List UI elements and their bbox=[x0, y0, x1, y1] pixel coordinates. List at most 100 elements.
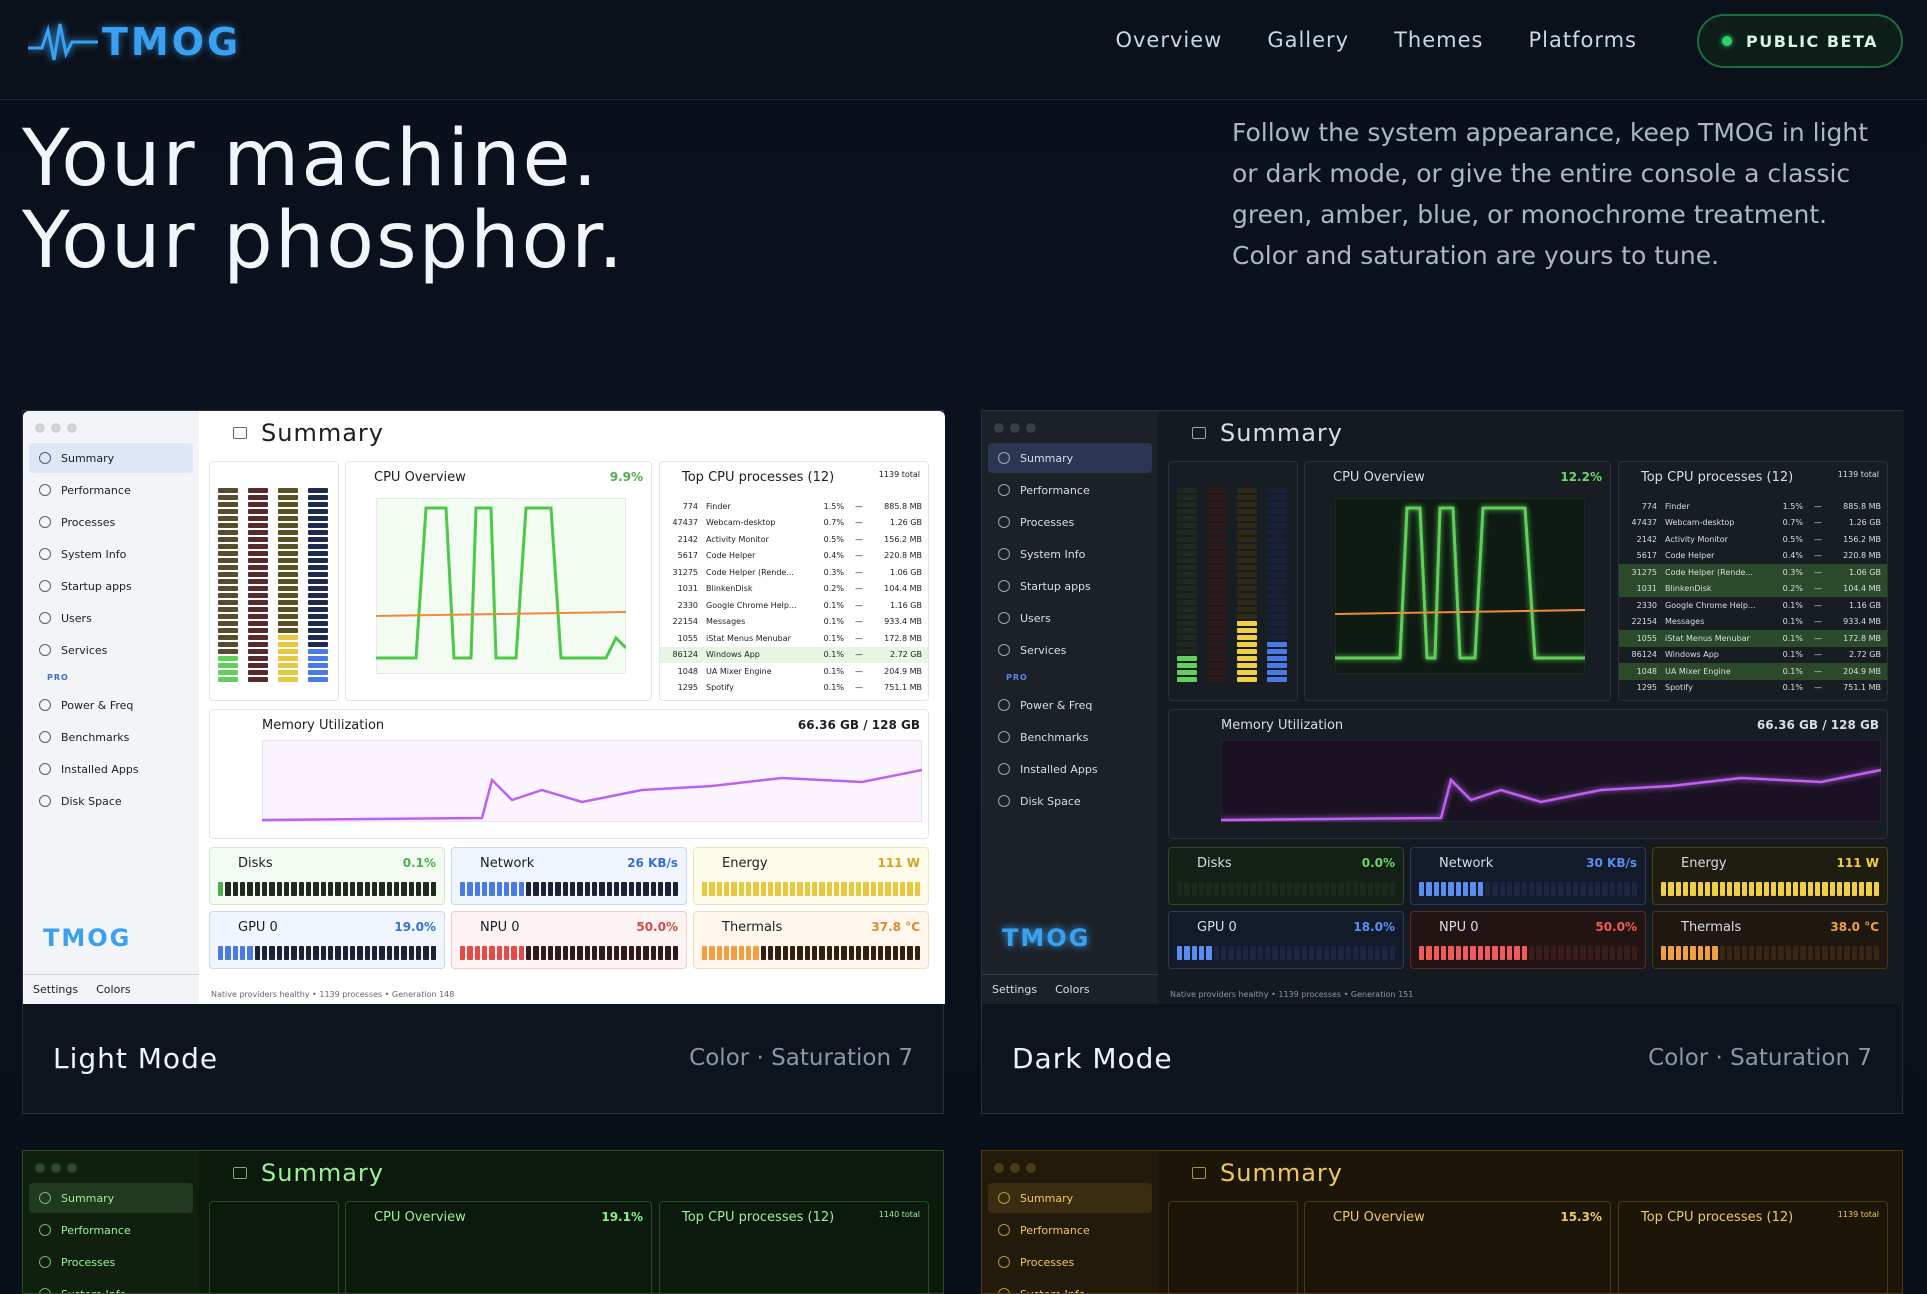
sidebar-toggle-icon[interactable] bbox=[1192, 1167, 1206, 1179]
sidebar-item-performance[interactable]: Performance bbox=[988, 1215, 1152, 1245]
process-row[interactable]: 2142 Activity Monitor 0.5% —156.2 MB bbox=[660, 531, 928, 548]
sidebar-toggle-icon[interactable] bbox=[233, 427, 247, 439]
sidebar-item-services[interactable]: Services bbox=[988, 635, 1152, 665]
sidebar-item-installed-apps[interactable]: Installed Apps bbox=[29, 754, 193, 784]
sidebar-item-system-info[interactable]: System Info bbox=[29, 1279, 193, 1293]
cpu-overview-title: CPU Overview bbox=[1333, 1210, 1425, 1225]
process-row[interactable]: 1055 iStat Menus Menubar 0.1% —172.8 MB bbox=[1619, 630, 1887, 647]
sidebar-item-processes[interactable]: Processes bbox=[988, 1247, 1152, 1277]
process-row[interactable]: 5617 Code Helper 0.4% —220.8 MB bbox=[660, 548, 928, 565]
settings-button[interactable]: Settings bbox=[992, 983, 1037, 996]
sidebar-item-summary[interactable]: Summary bbox=[29, 443, 193, 473]
sidebar-item-benchmarks[interactable]: Benchmarks bbox=[29, 722, 193, 752]
process-row[interactable]: 47437 Webcam-desktop 0.7% —1.26 GB bbox=[1619, 515, 1887, 532]
top-cpu-title: Top CPU processes (12) bbox=[682, 470, 835, 485]
process-row[interactable]: 1295 Spotify 0.1% —751.1 MB bbox=[660, 680, 928, 697]
process-row[interactable]: 774 Finder 1.5% —885.8 MB bbox=[1619, 498, 1887, 515]
process-row[interactable]: 774 Finder 1.5% —885.8 MB bbox=[660, 498, 928, 515]
settings-button[interactable]: Settings bbox=[33, 983, 78, 996]
sidebar-item-summary[interactable]: Summary bbox=[988, 1183, 1152, 1213]
sidebar-item-processes[interactable]: Processes bbox=[29, 1247, 193, 1277]
sidebar-item-system-info[interactable]: System Info bbox=[988, 1279, 1152, 1293]
sidebar-item-processes[interactable]: Processes bbox=[29, 507, 193, 537]
process-row[interactable]: 1055 iStat Menus Menubar 0.1% —172.8 MB bbox=[660, 630, 928, 647]
users-icon bbox=[39, 612, 51, 624]
process-row[interactable]: 1048 UA Mixer Engine 0.1% —204.9 MB bbox=[660, 663, 928, 680]
sidebar-toggle-icon[interactable] bbox=[1192, 427, 1206, 439]
meters-panel bbox=[209, 1201, 339, 1293]
page-title: Summary bbox=[233, 1159, 935, 1187]
theme-card-light[interactable]: Summary Performance Processes System Inf… bbox=[22, 410, 945, 1114]
process-row[interactable]: 86124 Windows App 0.1% —2.72 GB bbox=[1619, 647, 1887, 664]
process-row[interactable]: 31275 Code Helper (Rende... 0.3% —1.06 GB bbox=[660, 564, 928, 581]
status-bar: Native providers healthy • 1139 processe… bbox=[211, 989, 455, 999]
apps-icon bbox=[39, 763, 51, 775]
process-row[interactable]: 1031 BlinkenDisk 0.2% —104.4 MB bbox=[660, 581, 928, 598]
sidebar-item-users[interactable]: Users bbox=[29, 603, 193, 633]
level-bar bbox=[460, 882, 678, 896]
theme-card-dark[interactable]: Summary Performance Processes System Inf… bbox=[981, 410, 1904, 1114]
logo[interactable]: TMOG bbox=[28, 14, 241, 70]
performance-icon bbox=[39, 1224, 51, 1236]
processes-icon bbox=[39, 516, 51, 528]
level-bar bbox=[702, 882, 920, 896]
sidebar-item-power-freq[interactable]: Power & Freq bbox=[29, 690, 193, 720]
sidebar-item-startup-apps[interactable]: Startup apps bbox=[29, 571, 193, 601]
meter-column bbox=[248, 482, 268, 682]
sidebar-item-summary[interactable]: Summary bbox=[988, 443, 1152, 473]
sidebar-item-power-freq[interactable]: Power & Freq bbox=[988, 690, 1152, 720]
sidebar-item-users[interactable]: Users bbox=[988, 603, 1152, 633]
process-row[interactable]: 5617 Code Helper 0.4% —220.8 MB bbox=[1619, 548, 1887, 565]
sidebar-toggle-icon[interactable] bbox=[233, 1167, 247, 1179]
sidebar-item-system-info[interactable]: System Info bbox=[29, 539, 193, 569]
sidebar-item-processes[interactable]: Processes bbox=[988, 507, 1152, 537]
sidebar-item-benchmarks[interactable]: Benchmarks bbox=[988, 722, 1152, 752]
process-row[interactable]: 1048 UA Mixer Engine 0.1% —204.9 MB bbox=[1619, 663, 1887, 680]
process-row[interactable]: 47437 Webcam-desktop 0.7% —1.26 GB bbox=[660, 515, 928, 532]
nav-themes[interactable]: Themes bbox=[1394, 28, 1483, 52]
process-row[interactable]: 1295 Spotify 0.1% —751.1 MB bbox=[1619, 680, 1887, 697]
sidebar-item-disk-space[interactable]: Disk Space bbox=[29, 786, 193, 816]
process-row[interactable]: 31275 Code Helper (Rende... 0.3% —1.06 GB bbox=[1619, 564, 1887, 581]
sidebar-item-system-info[interactable]: System Info bbox=[988, 539, 1152, 569]
sidebar-item-summary[interactable]: Summary bbox=[29, 1183, 193, 1213]
sidebar-item-services[interactable]: Services bbox=[29, 635, 193, 665]
sidebar-item-performance[interactable]: Performance bbox=[29, 1215, 193, 1245]
top-nav: TMOG Overview Gallery Themes Platforms P… bbox=[0, 0, 1927, 100]
theme-card-amber[interactable]: Summary Performance Processes System Inf… bbox=[981, 1150, 1903, 1294]
memory-title: Memory Utilization bbox=[262, 718, 385, 733]
sidebar-item-performance[interactable]: Performance bbox=[29, 475, 193, 505]
process-row[interactable]: 2142 Activity Monitor 0.5% —156.2 MB bbox=[1619, 531, 1887, 548]
disks-title: Disks bbox=[1197, 856, 1232, 871]
meter-column bbox=[1177, 482, 1197, 682]
process-row[interactable]: 2330 Google Chrome Help... 0.1% —1.16 GB bbox=[660, 597, 928, 614]
sidebar-item-disk-space[interactable]: Disk Space bbox=[988, 786, 1152, 816]
process-row[interactable]: 2330 Google Chrome Help... 0.1% —1.16 GB bbox=[1619, 597, 1887, 614]
network-value: 30 KB/s bbox=[1586, 856, 1637, 870]
cpu-overview-value: 9.9% bbox=[609, 470, 643, 484]
meter-column bbox=[1267, 482, 1287, 682]
nav-overview[interactable]: Overview bbox=[1115, 28, 1222, 52]
mode-label: Light Mode bbox=[53, 1041, 219, 1075]
sidebar-item-startup-apps[interactable]: Startup apps bbox=[988, 571, 1152, 601]
public-beta-button[interactable]: PUBLIC BETA bbox=[1697, 14, 1903, 68]
npu-panel: NPU 0 50.0% bbox=[451, 911, 687, 969]
top-cpu-panel: Top CPU processes (12) 1139 total bbox=[1618, 1201, 1888, 1293]
process-row[interactable]: 22154 Messages 0.1% —933.4 MB bbox=[660, 614, 928, 631]
sidebar-item-installed-apps[interactable]: Installed Apps bbox=[988, 754, 1152, 784]
nav-platforms[interactable]: Platforms bbox=[1528, 28, 1637, 52]
colors-button[interactable]: Colors bbox=[1055, 983, 1089, 996]
sidebar-logo: TMOG bbox=[1002, 924, 1091, 952]
sidebar-item-performance[interactable]: Performance bbox=[988, 475, 1152, 505]
meters-panel bbox=[209, 461, 339, 701]
process-row[interactable]: 1031 BlinkenDisk 0.2% —104.4 MB bbox=[1619, 580, 1887, 597]
npu-title: NPU 0 bbox=[480, 920, 520, 935]
process-row[interactable]: 86124 Windows App 0.1% —2.72 GB bbox=[660, 646, 928, 663]
main-content: Summary CPU Overview 19.1% Top CPU proce… bbox=[199, 1151, 943, 1293]
colors-button[interactable]: Colors bbox=[96, 983, 130, 996]
process-row[interactable]: 22154 Messages 0.1% —933.4 MB bbox=[1619, 614, 1887, 631]
theme-card-green[interactable]: Summary Performance Processes System Inf… bbox=[22, 1150, 944, 1294]
cpu-overview-panel: CPU Overview 9.9% bbox=[345, 461, 652, 701]
nav-gallery[interactable]: Gallery bbox=[1267, 28, 1349, 52]
pulse-logo-icon bbox=[28, 23, 98, 61]
